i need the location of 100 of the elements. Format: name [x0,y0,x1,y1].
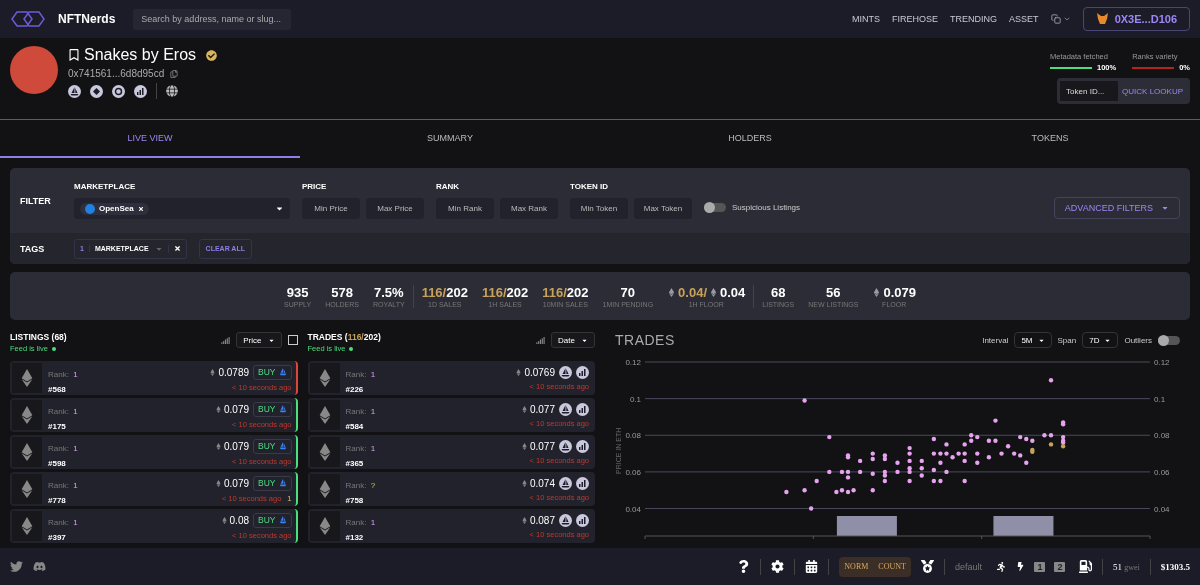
nav-link[interactable]: ASSET [1009,14,1039,24]
sort-select[interactable]: Date [551,332,595,348]
nav-link[interactable]: TRENDING [950,14,998,24]
tab[interactable]: TOKENS [900,120,1200,158]
chart-icon[interactable] [134,84,147,98]
close-icon[interactable] [137,205,144,212]
running-icon[interactable] [995,561,1006,572]
stat-value: 0.04 [720,284,746,300]
bar-chart-icon[interactable] [536,335,546,345]
calendar-icon[interactable] [805,560,819,573]
sailboat-icon[interactable] [559,439,572,453]
rank-value: ? [370,480,376,490]
range-field[interactable]: Max Price [366,198,424,219]
copy-icon[interactable] [170,69,179,78]
span-select[interactable]: 7D [1082,332,1119,348]
stat-value: 0.079 [883,284,916,300]
ring-icon[interactable] [112,84,125,98]
stat-value: 0.04/ [678,284,707,300]
ethereum-icon [215,405,222,413]
control-label: Interval [982,335,1009,345]
rank-value: 1 [73,517,78,527]
sailboat-icon[interactable] [68,84,81,98]
axis-label: 0.1 [629,394,641,404]
range-field[interactable]: Max Rank [500,198,558,219]
chart-icon[interactable] [576,439,589,453]
speed-key[interactable]: 1 [1030,557,1049,576]
token-id: #397 [48,532,67,542]
sailboat-icon[interactable] [559,476,572,490]
stat-value: 578 [331,284,353,300]
range-field[interactable]: Min Rank [436,198,494,219]
medal-icon[interactable] [920,560,934,573]
tab[interactable]: HOLDERS [600,120,900,158]
tab[interactable]: SUMMARY [300,120,600,158]
axis-label: 0.1 [1154,394,1166,404]
interval-select[interactable]: 5M [1014,332,1052,348]
chart-icon[interactable] [576,513,589,527]
gas-pump-icon [1078,560,1092,573]
marketplace-select[interactable]: OpenSea [74,198,290,219]
chart-icon[interactable] [576,365,589,379]
buy-button[interactable]: BUY [253,438,292,454]
rank-value: 1 [370,369,376,379]
lightning-icon[interactable] [1015,562,1025,571]
sailboat-icon[interactable] [559,513,572,527]
copy-menu-icon[interactable] [1050,14,1071,24]
help-icon[interactable] [737,560,751,573]
price: 0.079 [224,440,249,452]
tab[interactable]: LIVE VIEW [0,120,300,158]
globe-icon[interactable] [166,85,178,97]
chart-icon[interactable] [576,402,589,416]
token-id-field[interactable]: Token ID... [1060,81,1119,101]
nav-link[interactable]: FIREHOSE [892,14,939,24]
range-field[interactable]: Max Token [634,198,692,219]
speed-key[interactable]: 2 [1050,557,1069,576]
ethereum-icon [872,287,882,297]
axis-label: 0.04 [625,504,641,514]
toggle-switch[interactable] [1158,335,1180,345]
field-label: RANK [436,182,461,191]
buy-button[interactable]: BUY [253,401,292,417]
close-icon[interactable] [173,245,181,252]
search-field[interactable]: Search by address, name or slug... [133,8,292,30]
axis-label: 0.12 [625,358,641,367]
filter-label: FILTER [20,195,52,206]
stat-value: 116/202 [421,284,468,300]
settings-icon[interactable] [771,560,785,573]
collection-name: Snakes by Eros [84,46,197,64]
stat-value: 56 [826,284,841,300]
diamond-icon[interactable] [90,84,103,98]
rank-label: Rank: [345,369,367,379]
bookmark-icon[interactable] [68,49,80,61]
rank-value: 1 [370,406,376,416]
twitter-icon[interactable] [10,560,23,573]
price: 0.0769 [524,366,555,378]
bar-chart-icon[interactable] [221,335,231,345]
mode-toggle[interactable]: NORM COUNT [839,556,911,577]
range-field[interactable]: Min Token [570,198,628,219]
range-field[interactable]: Min Price [302,198,360,219]
axis-label: 0.12 [1154,358,1170,367]
checkbox[interactable] [287,335,298,345]
price: 0.079 [224,403,249,415]
hexagon-logo-icon[interactable] [10,10,46,28]
sailboat-icon[interactable] [559,365,572,379]
sort-select[interactable]: Price [236,332,282,348]
marketplace-chip[interactable]: OpenSea [80,202,149,215]
quick-lookup-button[interactable]: QUICK LOOKUP [1118,81,1187,101]
rank-value: 1 [370,517,376,527]
discord-icon[interactable] [33,560,46,573]
buy-button[interactable]: BUY [253,364,292,380]
sailboat-icon[interactable] [559,402,572,416]
sailboat-icon [278,368,287,376]
nav-link[interactable]: MINTS [852,14,881,24]
listings-title: LISTINGS (68) [10,332,67,342]
toggle-switch[interactable] [704,203,726,212]
ethereum-icon [215,479,222,487]
advanced-filters-button[interactable]: ADVANCED FILTERS [1053,196,1180,219]
wallet-button[interactable]: 0X3E...D106 [1082,7,1190,31]
price: 0.08 [229,514,249,526]
buy-button[interactable]: BUY [253,475,292,491]
price: 0.074 [529,477,555,489]
buy-button[interactable]: BUY [253,512,292,528]
chart-icon[interactable] [576,476,589,490]
